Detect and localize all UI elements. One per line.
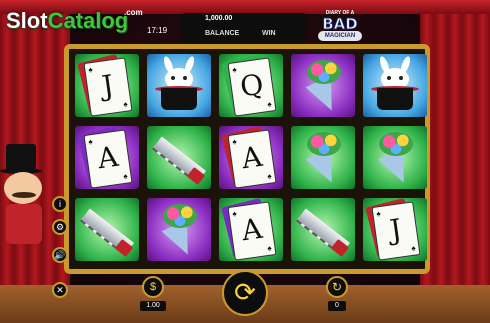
reel-5-row-3-card-J: ♠ J ♠	[363, 198, 427, 261]
reel-3-row-3-card-A: ♠ A ♠	[219, 198, 283, 261]
reel-5-row-1-rabbit	[363, 54, 427, 117]
playing-card-j: ♠ J ♠	[371, 201, 421, 261]
magic-hat	[161, 88, 197, 110]
spade-icon: ♠	[266, 243, 273, 253]
watermark-logo: SlotCatalog	[6, 8, 129, 33]
rabbit-eye	[183, 76, 187, 80]
spade-icon: ♠	[266, 99, 273, 109]
reel-5-row-2-bouquet	[363, 126, 427, 189]
playing-card-a: ♠ A ♠	[227, 129, 277, 189]
spade-icon: ♠	[122, 99, 129, 109]
reel-2-row-3-bouquet	[147, 198, 211, 261]
playing-card-a: ♠ A ♠	[83, 129, 133, 189]
reel-1-row-2-card-A: ♠ A ♠	[75, 126, 139, 189]
bouquet-flowers	[307, 60, 341, 84]
reel-4-row-2-bouquet	[291, 126, 355, 189]
clock: 17:19	[147, 26, 168, 35]
reel-4-row-1-bouquet	[291, 54, 355, 117]
bouquet-flowers	[307, 132, 341, 156]
info-button[interactable]: i	[52, 196, 68, 212]
spade-icon: ♠	[410, 243, 417, 253]
playing-card-j: ♠ J ♠	[83, 57, 133, 117]
bet-button[interactable]: $	[142, 276, 164, 298]
game-logo-magician: MAGICIAN	[318, 31, 362, 41]
magician-face	[4, 172, 42, 204]
spin-icon: ⟳	[234, 277, 256, 307]
spade-icon: ♠	[266, 171, 273, 181]
spin-button[interactable]: ⟳	[222, 270, 268, 316]
autoplay-button[interactable]: ↻	[326, 276, 348, 298]
autoplay-icon: ↻	[331, 280, 343, 294]
magician-hat	[6, 144, 36, 170]
win-label: WIN	[262, 30, 276, 37]
reel-4-row-3-saw	[291, 198, 355, 261]
magic-hat	[377, 88, 413, 110]
reel-2-row-1-rabbit	[147, 54, 211, 117]
watermark-com: .com	[124, 8, 143, 17]
reel-1-row-3-saw	[75, 198, 139, 261]
reel-3-row-2-card-A: ♠ A ♠	[219, 126, 283, 189]
balance-label: BALANCE	[205, 30, 240, 37]
bouquet-flowers	[379, 132, 413, 156]
speaker-button[interactable]: 🔊	[52, 247, 68, 263]
info-icon: i	[59, 199, 61, 209]
reel-1-row-1-card-J: ♠ J ♠	[75, 54, 139, 117]
settings-button[interactable]: ⚙	[52, 219, 68, 235]
magician-character	[0, 140, 60, 270]
close-button[interactable]: ✕	[52, 282, 68, 298]
coins-icon: $	[149, 281, 157, 293]
rabbit-eye	[387, 76, 391, 80]
reel-2-row-2-saw	[147, 126, 211, 189]
speaker-icon: 🔊	[54, 250, 66, 260]
magician-moustache	[12, 192, 36, 198]
close-icon: ✕	[56, 285, 64, 295]
reels-frame: ♠ J ♠ ♠ A ♠ ♠ Q ♠ ♠ A ♠ ♠ A ♠ ♠ J ♠	[64, 44, 430, 274]
playing-card-q: ♠ Q ♠	[227, 57, 277, 117]
right-curtain	[420, 0, 490, 323]
spade-icon: ♠	[122, 171, 129, 181]
magician-body	[6, 204, 42, 244]
rabbit-eye	[399, 76, 403, 80]
balance-value: 1,000.00	[205, 15, 233, 22]
autoplay-value: 0	[328, 301, 346, 311]
playing-card-a: ♠ A ♠	[227, 201, 277, 261]
reel-3-row-1-card-Q: ♠ Q ♠	[219, 54, 283, 117]
bet-value: 1.00	[140, 301, 166, 311]
bouquet-flowers	[163, 204, 197, 228]
settings-icon: ⚙	[55, 222, 65, 232]
rabbit-eye	[171, 76, 175, 80]
